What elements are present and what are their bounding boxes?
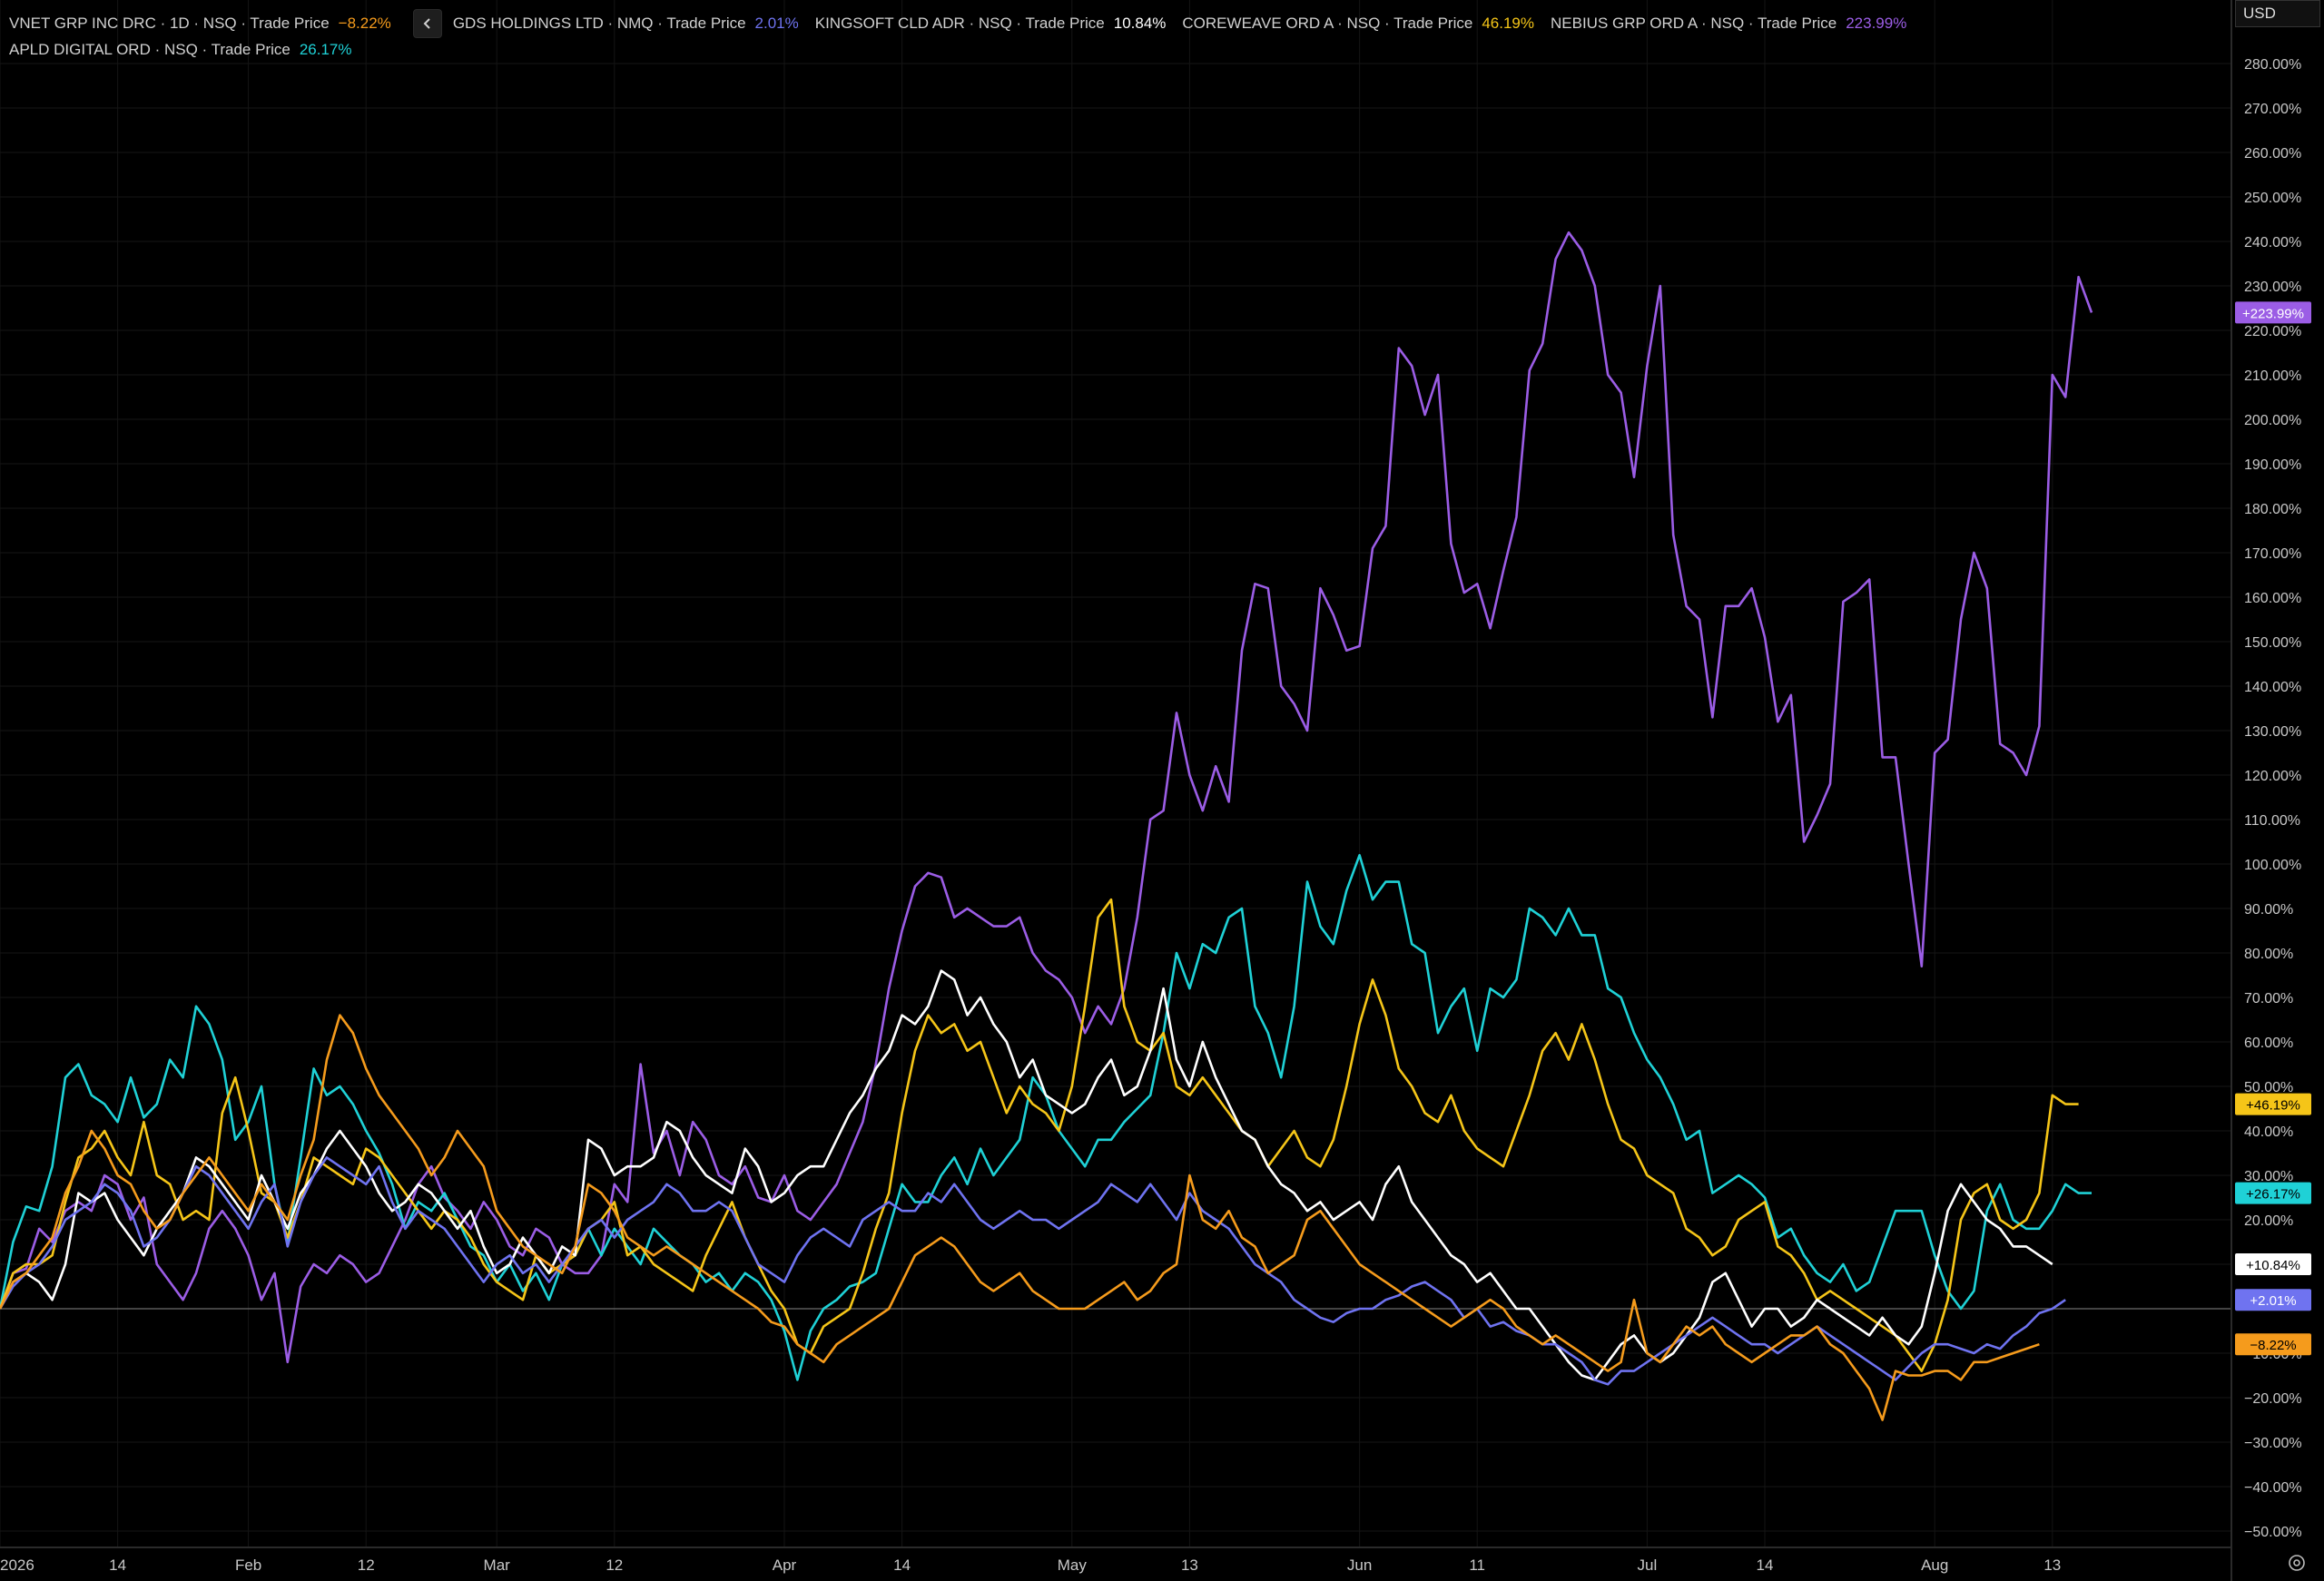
y-tick-label: 170.00% <box>2244 546 2301 562</box>
y-tick-label: 200.00% <box>2244 413 2301 428</box>
y-tick-label: −40.00% <box>2244 1480 2302 1496</box>
x-tick-label: Aug <box>1921 1556 1948 1574</box>
legend-item-kingsoft[interactable]: KINGSOFT CLD ADR · NSQ · Trade Price 10.… <box>815 15 1167 33</box>
x-tick-label: 11 <box>1469 1556 1485 1574</box>
chevron-left-icon <box>423 18 430 29</box>
x-tick-label: 12 <box>358 1556 375 1574</box>
legend-value: −8.22% <box>338 15 391 32</box>
y-tick-label: −50.00% <box>2244 1525 2302 1540</box>
chart-settings-button[interactable] <box>2284 1550 2309 1576</box>
legend-item-vnet[interactable]: VNET GRP INC DRC · 1D · NSQ · Trade Pric… <box>9 15 391 33</box>
x-tick-label: 13 <box>2043 1556 2061 1574</box>
y-tick-label: 60.00% <box>2244 1036 2293 1051</box>
legend-item-apld[interactable]: APLD DIGITAL ORD · NSQ · Trade Price 26.… <box>9 41 352 59</box>
y-tick-label: 120.00% <box>2244 769 2301 784</box>
legend-value: 46.19% <box>1482 15 1534 32</box>
last-value-text: +10.84% <box>2246 1258 2300 1273</box>
y-tick-label: 210.00% <box>2244 368 2301 384</box>
last-value-text: +2.01% <box>2250 1293 2296 1309</box>
time-axis[interactable]: 2026 14 Feb 12 Mar 12 Apr 14 May 13 Jun 11 Jul 14 Aug 1… <box>0 1547 2231 1574</box>
y-tick-label: 250.00% <box>2244 191 2301 206</box>
x-tick-label: Apr <box>773 1556 797 1574</box>
legend-value: 10.84% <box>1113 15 1167 32</box>
series-line-nebius-grp-ord-a[interactable] <box>0 231 2093 1364</box>
legend-name: KINGSOFT CLD ADR · NSQ · Trade Price <box>814 15 1105 32</box>
legend-name: APLD DIGITAL ORD · NSQ · Trade Price <box>9 41 290 58</box>
currency-selector[interactable]: USD <box>2235 0 2320 27</box>
y-tick-label: 30.00% <box>2244 1169 2293 1184</box>
last-value-text: +223.99% <box>2242 306 2304 321</box>
legend-row-1: VNET GRP INC DRC · 1D · NSQ · Trade Pric… <box>9 9 1923 38</box>
last-value-text: +26.17% <box>2246 1187 2300 1203</box>
last-value-text: −8.22% <box>2250 1338 2296 1353</box>
y-tick-label: 150.00% <box>2244 635 2301 651</box>
series-lines <box>0 231 2093 1421</box>
legend-name: GDS HOLDINGS LTD · NMQ · Trade Price <box>452 15 746 32</box>
x-tick-label: 14 <box>109 1556 126 1574</box>
x-tick-label: Jul <box>1638 1556 1658 1574</box>
legend-name: COREWEAVE ORD A · NSQ · Trade Price <box>1182 15 1473 32</box>
x-tick-label: 12 <box>606 1556 623 1574</box>
x-tick-label: 13 <box>1181 1556 1198 1574</box>
legend-item-gds[interactable]: GDS HOLDINGS LTD · NMQ · Trade Price 2.0… <box>453 15 799 33</box>
y-tick-label: 130.00% <box>2244 724 2301 740</box>
x-tick-label: Jun <box>1347 1556 1372 1574</box>
x-tick-label: Feb <box>235 1556 261 1574</box>
x-tick-label: 2026 <box>0 1556 34 1574</box>
y-tick-label: 270.00% <box>2244 102 2301 117</box>
x-tick-label: May <box>1058 1556 1088 1574</box>
y-tick-label: −20.00% <box>2244 1391 2302 1407</box>
y-tick-label: 230.00% <box>2244 280 2301 295</box>
legend-value: 223.99% <box>1846 15 1907 32</box>
y-tick-label: 140.00% <box>2244 680 2301 695</box>
y-tick-label: 50.00% <box>2244 1080 2293 1095</box>
chart-plot-area[interactable]: 280.00% 270.00% 260.00% 250.00% 240.00% 230.0… <box>0 0 2324 1581</box>
last-value-text: +46.19% <box>2246 1098 2300 1114</box>
y-tick-label: 240.00% <box>2244 235 2301 250</box>
y-tick-label: 40.00% <box>2244 1124 2293 1140</box>
y-tick-label: 70.00% <box>2244 991 2293 1007</box>
legend-name: VNET GRP INC DRC · 1D · NSQ · Trade Pric… <box>9 15 330 32</box>
legend-value: 2.01% <box>754 15 799 32</box>
legend-value: 26.17% <box>299 41 352 58</box>
legend-row-2: APLD DIGITAL ORD · NSQ · Trade Price 26.… <box>9 41 369 59</box>
y-tick-label: −30.00% <box>2244 1436 2302 1451</box>
y-tick-label: 220.00% <box>2244 324 2301 339</box>
series-line-coreweave-ord-a[interactable] <box>0 898 2079 1372</box>
x-tick-label: 14 <box>893 1556 911 1574</box>
y-tick-label: 260.00% <box>2244 146 2301 162</box>
y-tick-label: 280.00% <box>2244 57 2301 73</box>
y-tick-label: 90.00% <box>2244 902 2293 918</box>
x-tick-label: 14 <box>1757 1556 1774 1574</box>
y-tick-label: 20.00% <box>2244 1213 2293 1229</box>
legend-item-coreweave[interactable]: COREWEAVE ORD A · NSQ · Trade Price 46.1… <box>1182 15 1534 33</box>
legend-collapse-button[interactable] <box>412 9 442 38</box>
y-tick-label: 190.00% <box>2244 457 2301 473</box>
y-tick-label: 160.00% <box>2244 591 2301 606</box>
y-tick-label: 100.00% <box>2244 858 2301 873</box>
y-tick-label: 80.00% <box>2244 947 2293 962</box>
legend-item-nebius[interactable]: NEBIUS GRP ORD A · NSQ · Trade Price 223… <box>1551 15 1906 33</box>
legend-name: NEBIUS GRP ORD A · NSQ · Trade Price <box>1551 15 1837 32</box>
gear-icon <box>2289 1555 2305 1571</box>
y-tick-label: 180.00% <box>2244 502 2301 517</box>
x-tick-label: Mar <box>484 1556 511 1574</box>
y-tick-label: 110.00% <box>2244 813 2300 829</box>
